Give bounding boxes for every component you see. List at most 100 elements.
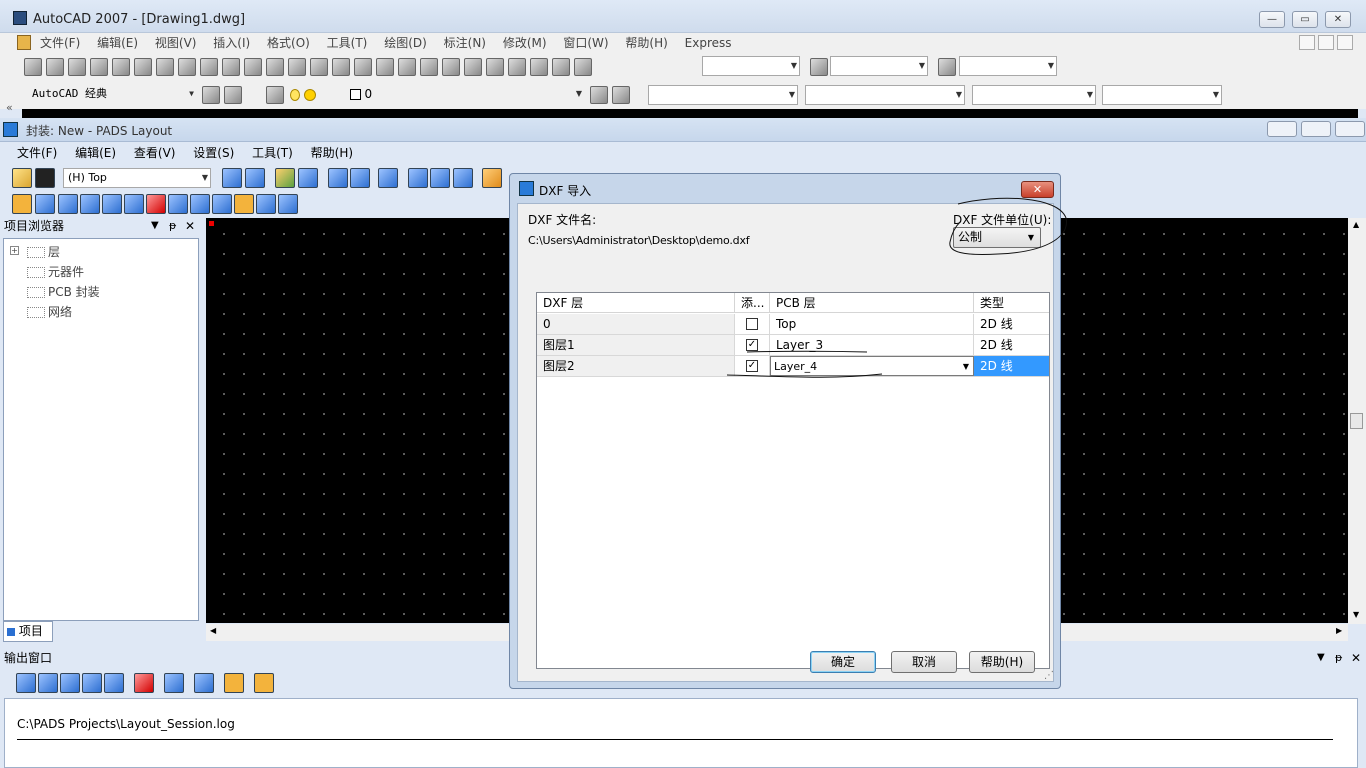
autocad-menu-draw[interactable]: 绘图(D): [384, 33, 427, 53]
redo-icon[interactable]: [310, 58, 328, 76]
line-icon[interactable]: [58, 194, 78, 214]
copy-icon[interactable]: [200, 58, 218, 76]
workspace-lock-icon[interactable]: [224, 86, 242, 104]
autocad-doc-restore-button[interactable]: [1318, 35, 1334, 50]
plotstyle-combo[interactable]: ▼: [1102, 85, 1222, 105]
autocad-menu-format[interactable]: 格式(O): [267, 33, 310, 53]
scroll-left-icon[interactable]: ◀: [210, 626, 216, 635]
pads-menu-help[interactable]: 帮助(H): [311, 142, 353, 164]
drafting-toolbar-icon[interactable]: [275, 168, 295, 188]
col-type[interactable]: 类型: [974, 293, 1049, 313]
autocad-menu-help[interactable]: 帮助(H): [625, 33, 667, 53]
layer-manager-icon[interactable]: [266, 86, 284, 104]
wizard-icon[interactable]: [190, 194, 210, 214]
pads-menu-view[interactable]: 查看(V): [134, 142, 176, 164]
brush-icon[interactable]: [266, 58, 284, 76]
resize-grip-icon[interactable]: ⋰: [1044, 670, 1054, 681]
autocad-close-button[interactable]: ✕: [1325, 11, 1351, 28]
autocad-menu-insert[interactable]: 插入(I): [213, 33, 250, 53]
pads-menu-setup[interactable]: 设置(S): [193, 142, 234, 164]
lineweight-combo[interactable]: ▼: [972, 85, 1096, 105]
back-icon[interactable]: [16, 673, 36, 693]
properties-icon[interactable]: [420, 58, 438, 76]
row-type[interactable]: 2D 线: [974, 356, 1049, 376]
log-icon[interactable]: [254, 673, 274, 693]
view-extents-icon[interactable]: [430, 168, 450, 188]
save-file-icon[interactable]: [35, 168, 55, 188]
zoom-previous-icon[interactable]: [398, 58, 416, 76]
dim-style-icon[interactable]: [810, 58, 828, 76]
cancel-button[interactable]: 取消: [891, 651, 957, 673]
layer-previous-icon[interactable]: [612, 86, 630, 104]
autocad-minimize-button[interactable]: —: [1259, 11, 1285, 28]
col-pcb-layer[interactable]: PCB 层: [770, 293, 974, 313]
row-pcb-layer[interactable]: Top: [770, 314, 974, 334]
stop-icon[interactable]: [60, 673, 80, 693]
autocad-menu-view[interactable]: 视图(V): [155, 33, 197, 53]
3d-icon[interactable]: [156, 58, 174, 76]
autocad-menu-modify[interactable]: 修改(M): [503, 33, 547, 53]
tree-item-layers[interactable]: + 层: [4, 242, 198, 262]
dxf-import-icon[interactable]: [234, 194, 254, 214]
terminal-array-icon[interactable]: [168, 194, 188, 214]
redo-icon[interactable]: [350, 168, 370, 188]
pads-menu-file[interactable]: 文件(F): [17, 142, 57, 164]
ok-button[interactable]: 确定: [810, 651, 876, 673]
pan-icon[interactable]: [332, 58, 350, 76]
macro-icon[interactable]: [224, 673, 244, 693]
canvas-vertical-scrollbar[interactable]: ▲ ▼: [1348, 218, 1366, 624]
col-dxf-layer[interactable]: DXF 层: [537, 293, 735, 313]
output-close-icon[interactable]: ✕: [1351, 647, 1361, 669]
refresh-icon[interactable]: [82, 673, 102, 693]
pads-layer-combo[interactable]: (H) Top ▼: [63, 168, 211, 188]
text-style-icon[interactable]: [574, 58, 592, 76]
layer-pairs-icon[interactable]: [222, 168, 242, 188]
row-type[interactable]: 2D 线: [974, 335, 1049, 355]
tree-item-components[interactable]: 元器件: [4, 262, 198, 282]
home-icon[interactable]: [104, 673, 124, 693]
row-type[interactable]: 2D 线: [974, 314, 1049, 334]
pads-menu-edit[interactable]: 编辑(E): [75, 142, 116, 164]
design-center-icon[interactable]: [442, 58, 460, 76]
publish-icon[interactable]: [134, 58, 152, 76]
copper-icon[interactable]: [102, 194, 122, 214]
calculator-icon[interactable]: [530, 58, 548, 76]
make-current-layer-icon[interactable]: [590, 86, 608, 104]
forward-icon[interactable]: [38, 673, 58, 693]
help-button[interactable]: 帮助(H): [969, 651, 1035, 673]
autocad-menu-dimension[interactable]: 标注(N): [444, 33, 486, 53]
tree-item-nets[interactable]: 网络: [4, 302, 198, 322]
output-pin-icon[interactable]: ᵽ: [1335, 647, 1342, 669]
output-dropdown-icon[interactable]: ▼: [1317, 647, 1325, 669]
expand-icon[interactable]: +: [10, 246, 19, 255]
table-style-icon[interactable]: [938, 58, 956, 76]
print-icon[interactable]: [90, 58, 108, 76]
autocad-doc-minimize-button[interactable]: [1299, 35, 1315, 50]
sheet-set-icon[interactable]: [486, 58, 504, 76]
print-icon[interactable]: [164, 673, 184, 693]
pads-maximize-button[interactable]: [1301, 121, 1331, 137]
paste-icon[interactable]: [222, 58, 240, 76]
open-icon[interactable]: [46, 58, 64, 76]
pads-close-button[interactable]: [1335, 121, 1365, 137]
output-log-area[interactable]: C:\PADS Projects\Layout_Session.log: [4, 698, 1358, 768]
undo-icon[interactable]: [328, 168, 348, 188]
add-checkbox[interactable]: [746, 318, 758, 330]
layer-combo[interactable]: 0 ▼: [286, 85, 584, 105]
find-icon[interactable]: [194, 673, 214, 693]
pads-minimize-button[interactable]: [1267, 121, 1297, 137]
workspace-settings-icon[interactable]: [202, 86, 220, 104]
table-style-combo[interactable]: ▼: [959, 56, 1057, 76]
autocad-menu-file[interactable]: 文件(F): [40, 33, 80, 53]
design-toolbar-icon[interactable]: [298, 168, 318, 188]
markup-icon[interactable]: [508, 58, 526, 76]
redraw-icon[interactable]: [453, 168, 473, 188]
autocad-menu-edit[interactable]: 编辑(E): [97, 33, 138, 53]
linetype-combo[interactable]: ▼: [805, 85, 965, 105]
text-style-combo[interactable]: ▼: [702, 56, 800, 76]
cut-icon[interactable]: [178, 58, 196, 76]
terminal-icon[interactable]: [35, 194, 55, 214]
autocad-maximize-button[interactable]: ▭: [1292, 11, 1318, 28]
zoom-icon[interactable]: [354, 58, 372, 76]
dim-style-combo[interactable]: ▼: [830, 56, 928, 76]
